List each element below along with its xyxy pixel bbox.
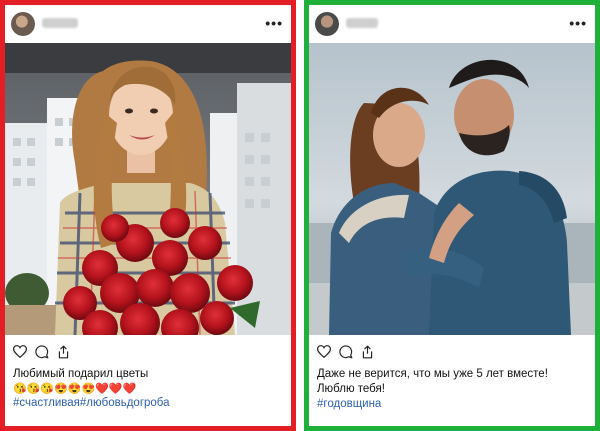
caption-emojis: 😘😘😘😍😍😍❤️❤️❤️	[13, 383, 137, 395]
more-options-icon[interactable]: •••	[569, 15, 587, 31]
post-caption: Даже не верится, что мы уже 5 лет вместе…	[317, 367, 591, 412]
heart-icon[interactable]	[12, 345, 28, 363]
hashtags[interactable]: #годовщина	[317, 397, 591, 412]
blurred-username[interactable]	[346, 18, 378, 28]
more-options-icon[interactable]: •••	[265, 15, 283, 31]
hashtags[interactable]: #счастливая#любовьдогроба	[13, 396, 287, 411]
post-card-right: ••• Даже не верится, что мы уже 5 лет вм…	[304, 0, 600, 431]
post-photo[interactable]	[309, 43, 595, 335]
caption-line: Даже не верится, что мы уже 5 лет вместе…	[317, 368, 548, 380]
caption-line: Любимый подарил цветы	[13, 368, 149, 380]
photo-couple-embracing	[309, 43, 595, 335]
heart-icon[interactable]	[316, 345, 332, 363]
comparison-image: ••• Любимый подарил цветы 😘😘😘😍😍😍❤️❤️❤️ #…	[0, 0, 600, 431]
blurred-username[interactable]	[42, 18, 78, 28]
post-card-left: ••• Любимый подарил цветы 😘😘😘😍😍😍❤️❤️❤️ #…	[0, 0, 296, 431]
share-icon[interactable]	[361, 345, 374, 364]
post-header: •••	[5, 5, 291, 43]
post-header: •••	[309, 5, 595, 43]
comment-icon[interactable]	[339, 345, 353, 364]
photo-woman-with-roses	[5, 43, 291, 335]
post-photo[interactable]	[5, 43, 291, 335]
avatar[interactable]	[315, 12, 339, 36]
avatar[interactable]	[11, 12, 35, 36]
caption-line: Люблю тебя!	[317, 383, 385, 395]
post-caption: Любимый подарил цветы 😘😘😘😍😍😍❤️❤️❤️ #счас…	[13, 367, 287, 411]
share-icon[interactable]	[57, 345, 70, 364]
comment-icon[interactable]	[35, 345, 49, 364]
